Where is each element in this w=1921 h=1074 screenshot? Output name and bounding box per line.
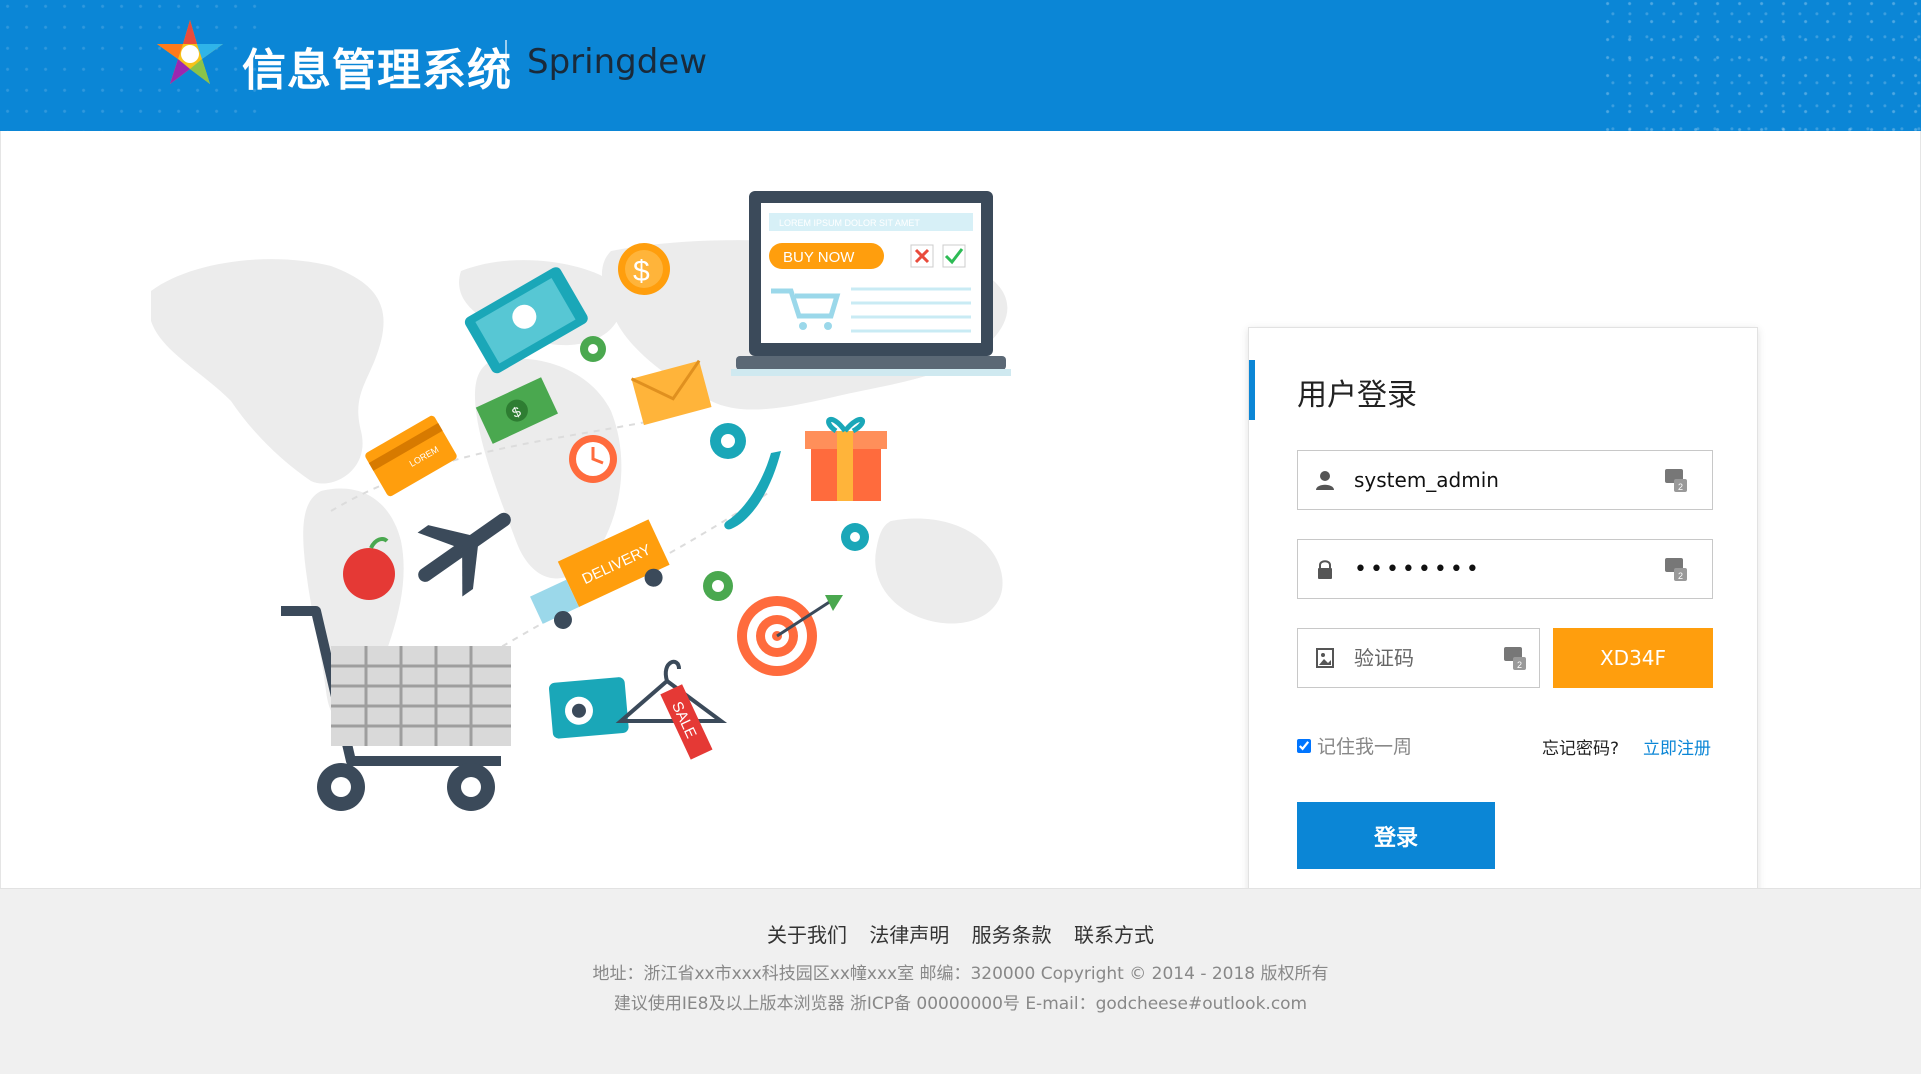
footer-link-terms[interactable]: 服务条款 xyxy=(972,923,1052,947)
forgot-password-link[interactable]: 忘记密码? xyxy=(1542,734,1619,759)
captcha-input[interactable] xyxy=(1354,639,1494,677)
coin-icon: $ xyxy=(618,243,670,295)
svg-text:2: 2 xyxy=(1678,571,1683,581)
title-accent-bar xyxy=(1249,360,1255,420)
footer: 关于我们 法律声明 服务条款 联系方式 地址：浙江省xx市xxx科技园区xx幢x… xyxy=(0,888,1921,1074)
login-button[interactable]: 登录 xyxy=(1297,802,1495,869)
laptop-image: LOREM IPSUM DOLOR SIT AMET BUY NOW xyxy=(731,191,1011,376)
captcha-code-button[interactable]: XD34F xyxy=(1553,628,1713,688)
camera-icon xyxy=(548,677,629,739)
brand-subtitle: Springdew xyxy=(527,42,708,82)
laptop-banner-text: LOREM IPSUM DOLOR SIT AMET xyxy=(779,218,920,228)
remember-label: 记住我一周 xyxy=(1317,736,1413,758)
shopping-cart-icon xyxy=(281,606,511,811)
ecommerce-illustration: LOREM IPSUM DOLOR SIT AMET BUY NOW $ $ L… xyxy=(151,191,1011,811)
keyboard-icon[interactable]: 2 xyxy=(1503,645,1527,671)
remember-me[interactable]: 记住我一周 xyxy=(1297,732,1412,759)
svg-text:2: 2 xyxy=(1678,482,1683,492)
login-card: 用户登录 2 2 xyxy=(1248,327,1758,897)
brand-divider xyxy=(505,40,507,86)
gear-icon xyxy=(703,571,733,601)
gift-icon xyxy=(805,417,887,501)
gear-icon xyxy=(580,336,606,362)
image-icon xyxy=(1316,648,1334,668)
header-decoration xyxy=(1601,0,1921,131)
remember-checkbox[interactable] xyxy=(1297,738,1311,753)
footer-address: 地址：浙江省xx市xxx科技园区xx幢xxx室 邮编：320000 Copyri… xyxy=(592,964,1329,984)
password-field[interactable]: 2 xyxy=(1297,539,1713,599)
credit-card-icon: LOREM xyxy=(365,415,457,497)
captcha-field[interactable]: 2 xyxy=(1297,628,1540,688)
buy-now-text: BUY NOW xyxy=(783,249,855,266)
header: 信息管理系统 Springdew xyxy=(0,0,1921,131)
gear-icon xyxy=(710,423,746,459)
register-link[interactable]: 立即注册 xyxy=(1643,734,1711,759)
main-area: LOREM IPSUM DOLOR SIT AMET BUY NOW $ $ L… xyxy=(0,131,1921,897)
username-input[interactable] xyxy=(1354,461,1654,499)
user-icon xyxy=(1316,471,1334,490)
footer-link-contact[interactable]: 联系方式 xyxy=(1074,923,1154,947)
alarm-clock-icon xyxy=(569,435,617,483)
gear-icon xyxy=(841,523,869,551)
password-input[interactable] xyxy=(1354,550,1654,588)
username-field[interactable]: 2 xyxy=(1297,450,1713,510)
svg-text:2: 2 xyxy=(1517,660,1522,670)
brand-title: 信息管理系统 xyxy=(242,45,512,96)
login-title: 用户登录 xyxy=(1297,378,1417,413)
sale-tag-icon: SALE xyxy=(615,659,728,760)
envelope-icon xyxy=(630,359,712,426)
logo-star-icon xyxy=(157,20,223,84)
lock-icon xyxy=(1318,560,1332,579)
svg-text:$: $ xyxy=(633,255,650,288)
handset-icon xyxy=(724,451,781,530)
footer-link-about[interactable]: 关于我们 xyxy=(767,923,847,947)
footer-link-legal[interactable]: 法律声明 xyxy=(869,923,949,947)
footer-links: 关于我们 法律声明 服务条款 联系方式 xyxy=(0,919,1921,948)
target-icon xyxy=(737,595,843,676)
keyboard-icon[interactable]: 2 xyxy=(1664,467,1688,493)
footer-browser-note: 建议使用IE8及以上版本浏览器 浙ICP备 00000000号 E-mail：g… xyxy=(613,994,1308,1014)
keyboard-icon[interactable]: 2 xyxy=(1664,556,1688,582)
